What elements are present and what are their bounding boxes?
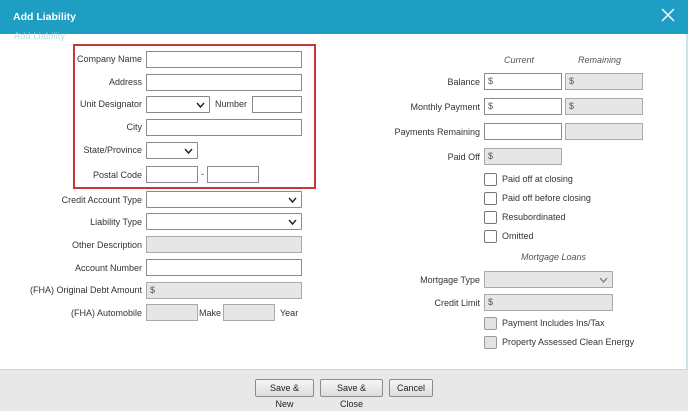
- payment-includes-label: Payment Includes Ins/Tax: [502, 318, 605, 328]
- paid-off-at-closing-checkbox[interactable]: [484, 173, 497, 186]
- credit-limit-label: Credit Limit: [434, 298, 480, 308]
- liability-type-select[interactable]: [146, 213, 302, 230]
- current-column-header: Current: [504, 55, 535, 65]
- resubordinated-label: Resubordinated: [502, 212, 566, 222]
- other-description-label: Other Description: [71, 240, 142, 250]
- cancel-button[interactable]: Cancel: [389, 379, 433, 397]
- balance-remaining-input: $: [565, 73, 643, 90]
- other-description-input: [146, 236, 302, 253]
- credit-account-type-select[interactable]: [146, 191, 302, 208]
- ghost-title-text: Add Liability: [14, 31, 66, 41]
- omitted-label: Omitted: [502, 231, 534, 241]
- monthly-payment-current-input[interactable]: $: [484, 98, 562, 115]
- paid-off-before-closing-checkbox[interactable]: [484, 192, 497, 205]
- credit-account-type-label: Credit Account Type: [61, 195, 142, 205]
- fha-automobile-label: (FHA) Automobile: [70, 308, 142, 318]
- monthly-payment-label: Monthly Payment: [410, 102, 480, 112]
- balance-label: Balance: [447, 77, 480, 87]
- mortgage-loans-header: Mortgage Loans: [521, 252, 587, 262]
- address-highlight-box: [73, 44, 316, 189]
- payments-remaining-current-input[interactable]: [484, 123, 562, 140]
- account-number-input[interactable]: [146, 259, 302, 276]
- fha-automobile-make-input: [146, 304, 198, 321]
- save-close-button[interactable]: Save & Close: [320, 379, 383, 409]
- mortgage-type-select: [484, 271, 613, 288]
- currency-prefix: $: [488, 151, 494, 161]
- chevron-down-icon: [288, 197, 297, 204]
- pace-label: Property Assessed Clean Energy: [502, 337, 635, 347]
- paid-off-input: $: [484, 148, 562, 165]
- balance-current-input[interactable]: $: [484, 73, 562, 90]
- currency-prefix: $: [569, 76, 575, 86]
- fha-automobile-year-input: [223, 304, 275, 321]
- mortgage-type-label: Mortgage Type: [420, 275, 480, 285]
- payments-remaining-remaining-input: [565, 123, 643, 140]
- dialog-title: Add Liability: [13, 11, 76, 23]
- save-new-button[interactable]: Save & New: [255, 379, 314, 409]
- currency-prefix: $: [488, 76, 494, 86]
- currency-prefix: $: [488, 297, 494, 307]
- chevron-down-icon: [288, 219, 297, 226]
- liability-type-label: Liability Type: [90, 217, 142, 227]
- pace-checkbox: [484, 336, 497, 349]
- fha-original-debt-input: $: [146, 282, 302, 299]
- currency-prefix: $: [569, 101, 575, 111]
- close-icon[interactable]: [660, 7, 676, 23]
- paid-off-before-closing-label: Paid off before closing: [502, 193, 591, 203]
- remaining-column-header: Remaining: [578, 55, 622, 65]
- monthly-payment-remaining-input: $: [565, 98, 643, 115]
- omitted-checkbox[interactable]: [484, 230, 497, 243]
- currency-prefix: $: [488, 101, 494, 111]
- make-label: Make: [199, 308, 222, 318]
- fha-original-debt-label: (FHA) Original Debt Amount: [29, 285, 142, 295]
- currency-prefix: $: [150, 285, 156, 295]
- credit-limit-input: $: [484, 294, 613, 311]
- payment-includes-checkbox: [484, 317, 497, 330]
- resubordinated-checkbox[interactable]: [484, 211, 497, 224]
- account-number-label: Account Number: [74, 263, 142, 273]
- paid-off-at-closing-label: Paid off at closing: [502, 174, 573, 184]
- payments-remaining-label: Payments Remaining: [394, 127, 480, 137]
- year-label: Year: [280, 308, 299, 318]
- dialog-titlebar: Add Liability: [0, 0, 688, 34]
- paid-off-label: Paid Off: [447, 152, 480, 162]
- chevron-down-icon: [599, 277, 608, 284]
